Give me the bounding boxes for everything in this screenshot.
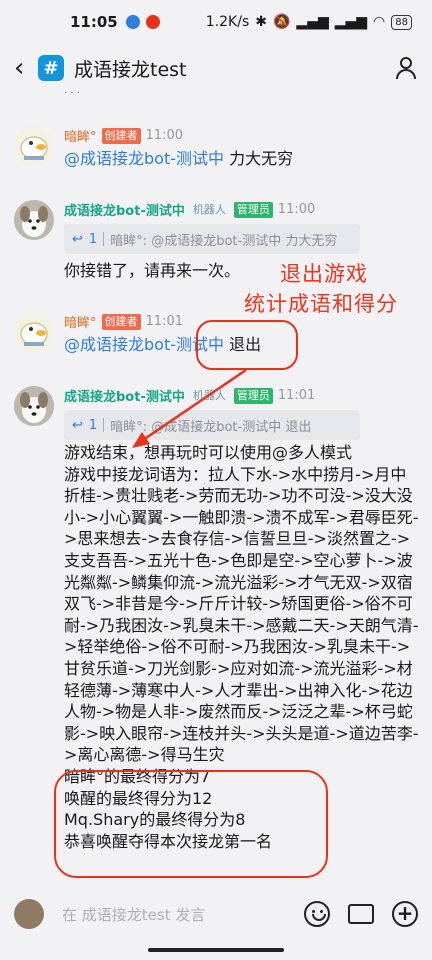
input-bar: 在 成语接龙test 发言 + xyxy=(0,890,432,938)
screen-share-icon[interactable] xyxy=(348,904,374,924)
message-input[interactable]: 在 成语接龙test 发言 xyxy=(62,904,286,925)
emoji-icon[interactable] xyxy=(304,901,330,927)
annotation-arrow xyxy=(132,368,247,448)
my-avatar[interactable] xyxy=(14,899,44,929)
home-indicator[interactable] xyxy=(148,948,284,952)
plus-icon[interactable]: + xyxy=(392,901,418,927)
